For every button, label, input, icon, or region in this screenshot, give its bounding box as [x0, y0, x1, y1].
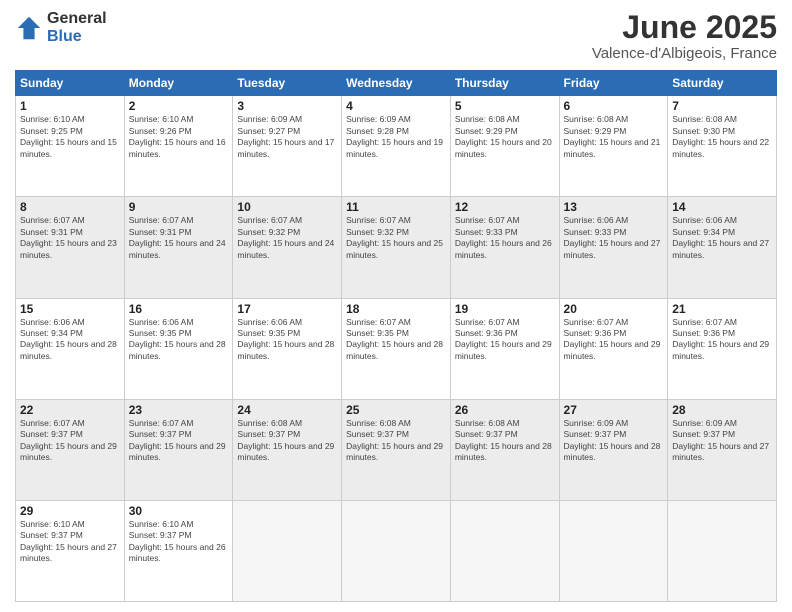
- table-row: 8 Sunrise: 6:07 AM Sunset: 9:31 PM Dayli…: [16, 197, 125, 298]
- logo: General Blue: [15, 10, 107, 45]
- table-row: 1 Sunrise: 6:10 AM Sunset: 9:25 PM Dayli…: [16, 96, 125, 197]
- col-thursday: Thursday: [450, 71, 559, 96]
- calendar-subtitle: Valence-d'Albigeois, France: [592, 45, 777, 62]
- logo-text: General Blue: [47, 10, 107, 45]
- table-row: 4 Sunrise: 6:09 AM Sunset: 9:28 PM Dayli…: [342, 96, 451, 197]
- calendar-title: June 2025: [592, 10, 777, 45]
- table-row: 22 Sunrise: 6:07 AM Sunset: 9:37 PM Dayl…: [16, 399, 125, 500]
- table-row: 28 Sunrise: 6:09 AM Sunset: 9:37 PM Dayl…: [668, 399, 777, 500]
- empty-cell: [233, 500, 342, 601]
- logo-general: General: [47, 10, 107, 28]
- calendar-row: 8 Sunrise: 6:07 AM Sunset: 9:31 PM Dayli…: [16, 197, 777, 298]
- page: General Blue June 2025 Valence-d'Albigeo…: [0, 0, 792, 612]
- col-monday: Monday: [124, 71, 233, 96]
- empty-cell: [559, 500, 668, 601]
- title-section: June 2025 Valence-d'Albigeois, France: [592, 10, 777, 62]
- empty-cell: [450, 500, 559, 601]
- table-row: 13 Sunrise: 6:06 AM Sunset: 9:33 PM Dayl…: [559, 197, 668, 298]
- table-row: 16 Sunrise: 6:06 AM Sunset: 9:35 PM Dayl…: [124, 298, 233, 399]
- table-row: 14 Sunrise: 6:06 AM Sunset: 9:34 PM Dayl…: [668, 197, 777, 298]
- calendar-row: 29 Sunrise: 6:10 AM Sunset: 9:37 PM Dayl…: [16, 500, 777, 601]
- table-row: 5 Sunrise: 6:08 AM Sunset: 9:29 PM Dayli…: [450, 96, 559, 197]
- calendar-row: 15 Sunrise: 6:06 AM Sunset: 9:34 PM Dayl…: [16, 298, 777, 399]
- empty-cell: [668, 500, 777, 601]
- table-row: 24 Sunrise: 6:08 AM Sunset: 9:37 PM Dayl…: [233, 399, 342, 500]
- table-row: 27 Sunrise: 6:09 AM Sunset: 9:37 PM Dayl…: [559, 399, 668, 500]
- table-row: 3 Sunrise: 6:09 AM Sunset: 9:27 PM Dayli…: [233, 96, 342, 197]
- table-row: 9 Sunrise: 6:07 AM Sunset: 9:31 PM Dayli…: [124, 197, 233, 298]
- table-row: 17 Sunrise: 6:06 AM Sunset: 9:35 PM Dayl…: [233, 298, 342, 399]
- calendar-table: Sunday Monday Tuesday Wednesday Thursday…: [15, 70, 777, 602]
- top-section: General Blue June 2025 Valence-d'Albigeo…: [15, 10, 777, 62]
- table-row: 12 Sunrise: 6:07 AM Sunset: 9:33 PM Dayl…: [450, 197, 559, 298]
- table-row: 6 Sunrise: 6:08 AM Sunset: 9:29 PM Dayli…: [559, 96, 668, 197]
- table-row: 29 Sunrise: 6:10 AM Sunset: 9:37 PM Dayl…: [16, 500, 125, 601]
- calendar-row: 22 Sunrise: 6:07 AM Sunset: 9:37 PM Dayl…: [16, 399, 777, 500]
- table-row: 19 Sunrise: 6:07 AM Sunset: 9:36 PM Dayl…: [450, 298, 559, 399]
- table-row: 15 Sunrise: 6:06 AM Sunset: 9:34 PM Dayl…: [16, 298, 125, 399]
- table-row: 2 Sunrise: 6:10 AM Sunset: 9:26 PM Dayli…: [124, 96, 233, 197]
- calendar-row: 1 Sunrise: 6:10 AM Sunset: 9:25 PM Dayli…: [16, 96, 777, 197]
- empty-cell: [342, 500, 451, 601]
- col-saturday: Saturday: [668, 71, 777, 96]
- table-row: 30 Sunrise: 6:10 AM Sunset: 9:37 PM Dayl…: [124, 500, 233, 601]
- logo-icon: [15, 14, 43, 42]
- logo-blue: Blue: [47, 28, 107, 46]
- table-row: 18 Sunrise: 6:07 AM Sunset: 9:35 PM Dayl…: [342, 298, 451, 399]
- col-sunday: Sunday: [16, 71, 125, 96]
- table-row: 10 Sunrise: 6:07 AM Sunset: 9:32 PM Dayl…: [233, 197, 342, 298]
- col-wednesday: Wednesday: [342, 71, 451, 96]
- table-row: 7 Sunrise: 6:08 AM Sunset: 9:30 PM Dayli…: [668, 96, 777, 197]
- col-friday: Friday: [559, 71, 668, 96]
- table-row: 23 Sunrise: 6:07 AM Sunset: 9:37 PM Dayl…: [124, 399, 233, 500]
- table-row: 11 Sunrise: 6:07 AM Sunset: 9:32 PM Dayl…: [342, 197, 451, 298]
- table-row: 26 Sunrise: 6:08 AM Sunset: 9:37 PM Dayl…: [450, 399, 559, 500]
- table-row: 21 Sunrise: 6:07 AM Sunset: 9:36 PM Dayl…: [668, 298, 777, 399]
- table-row: 20 Sunrise: 6:07 AM Sunset: 9:36 PM Dayl…: [559, 298, 668, 399]
- table-row: 25 Sunrise: 6:08 AM Sunset: 9:37 PM Dayl…: [342, 399, 451, 500]
- col-tuesday: Tuesday: [233, 71, 342, 96]
- header-row: Sunday Monday Tuesday Wednesday Thursday…: [16, 71, 777, 96]
